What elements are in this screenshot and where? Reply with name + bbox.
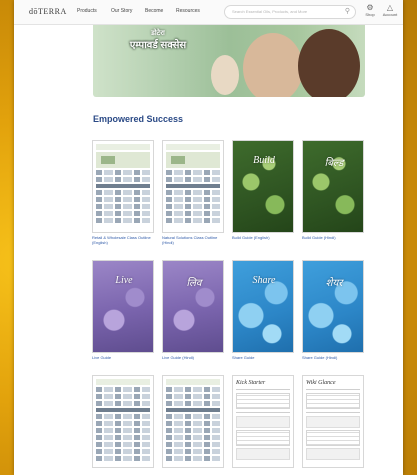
nav-item-products[interactable]: Products bbox=[77, 8, 97, 14]
resource-card[interactable]: Wiki Glance bbox=[302, 375, 364, 468]
form-title: Kick Starter bbox=[236, 380, 266, 386]
guide-script-title: Share bbox=[252, 275, 276, 286]
resource-card[interactable]: Share Share Guide bbox=[232, 260, 294, 360]
shop-button[interactable]: ⚙ Shop bbox=[360, 3, 380, 17]
document-thumbnail[interactable] bbox=[92, 375, 154, 468]
resource-card[interactable]: लिव Live Guide (Hindi) bbox=[162, 260, 224, 360]
card-caption[interactable]: Share Guide (Hindi) bbox=[302, 355, 364, 360]
hero-title: एम्पावर्ड सक्सेस bbox=[129, 40, 187, 51]
section-title: Empowered Success bbox=[93, 114, 184, 124]
hero-person-left-body bbox=[211, 55, 239, 95]
resource-card[interactable] bbox=[92, 375, 154, 468]
card-caption[interactable]: Build Guide (English) bbox=[232, 235, 294, 240]
card-caption[interactable]: Live Guide (Hindi) bbox=[162, 355, 224, 360]
search-input[interactable]: Search Essential Oils, Products, and Mor… bbox=[224, 5, 356, 19]
form-thumbnail[interactable]: Wiki Glance bbox=[302, 375, 364, 468]
resource-card[interactable]: शेयर Share Guide (Hindi) bbox=[302, 260, 364, 360]
shop-label: Shop bbox=[365, 12, 375, 17]
nav-item-become[interactable]: Become bbox=[145, 8, 163, 14]
document-thumbnail[interactable] bbox=[162, 375, 224, 468]
guide-thumbnail[interactable]: शेयर bbox=[302, 260, 364, 353]
user-icon: △ bbox=[386, 3, 394, 12]
guide-thumbnail[interactable]: बिल्ड bbox=[302, 140, 364, 233]
form-title: Wiki Glance bbox=[306, 380, 336, 386]
card-caption[interactable]: Build Guide (Hindi) bbox=[302, 235, 364, 240]
search-placeholder: Search Essential Oils, Products, and Mor… bbox=[232, 9, 308, 14]
resource-card[interactable]: Natural Solutions Class Outline (Hindi) bbox=[162, 140, 224, 245]
guide-thumbnail[interactable]: Share bbox=[232, 260, 294, 353]
resource-card[interactable]: Retail & Wholesale Class Outline (Englis… bbox=[92, 140, 154, 245]
card-caption[interactable]: Live Guide bbox=[92, 355, 154, 360]
guide-thumbnail[interactable]: लिव bbox=[162, 260, 224, 353]
document-thumbnail[interactable] bbox=[92, 140, 154, 233]
browser-page: dōTERRA Products Our Story Become Resour… bbox=[14, 0, 403, 475]
card-caption[interactable]: Share Guide bbox=[232, 355, 294, 360]
hero-banner: डोटेरा एम्पावर्ड सक्सेस bbox=[93, 25, 365, 97]
guide-script-title: Live bbox=[115, 275, 133, 286]
nav-item-resources[interactable]: Resources bbox=[176, 8, 200, 14]
account-label: Account bbox=[382, 12, 398, 17]
search-icon[interactable]: ⚲ bbox=[345, 7, 350, 15]
card-caption[interactable]: Retail & Wholesale Class Outline (Englis… bbox=[92, 235, 154, 245]
guide-thumbnail[interactable]: Live bbox=[92, 260, 154, 353]
brand-logo[interactable]: dōTERRA bbox=[29, 7, 67, 16]
hero-person-left bbox=[243, 33, 303, 97]
card-caption[interactable]: Natural Solutions Class Outline (Hindi) bbox=[162, 235, 224, 245]
resource-card[interactable]: Live Live Guide bbox=[92, 260, 154, 360]
guide-script-title: लिव bbox=[186, 278, 202, 289]
guide-thumbnail[interactable]: Build bbox=[232, 140, 294, 233]
form-thumbnail[interactable]: Kick Starter bbox=[232, 375, 294, 468]
nav-item-our-story[interactable]: Our Story bbox=[111, 8, 132, 14]
resource-card[interactable]: Build Build Guide (English) bbox=[232, 140, 294, 240]
top-navigation-bar: dōTERRA Products Our Story Become Resour… bbox=[14, 0, 403, 25]
guide-script-title: Build bbox=[253, 155, 275, 166]
document-thumbnail[interactable] bbox=[162, 140, 224, 233]
guide-script-title: शेयर bbox=[325, 278, 343, 289]
gear-icon: ⚙ bbox=[366, 3, 374, 12]
resource-card[interactable]: बिल्ड Build Guide (Hindi) bbox=[302, 140, 364, 240]
account-button[interactable]: △ Account bbox=[380, 3, 400, 17]
hero-person-right bbox=[298, 29, 360, 97]
resource-card[interactable] bbox=[162, 375, 224, 468]
guide-script-title: बिल्ड bbox=[324, 158, 344, 169]
resource-card[interactable]: Kick Starter bbox=[232, 375, 294, 468]
